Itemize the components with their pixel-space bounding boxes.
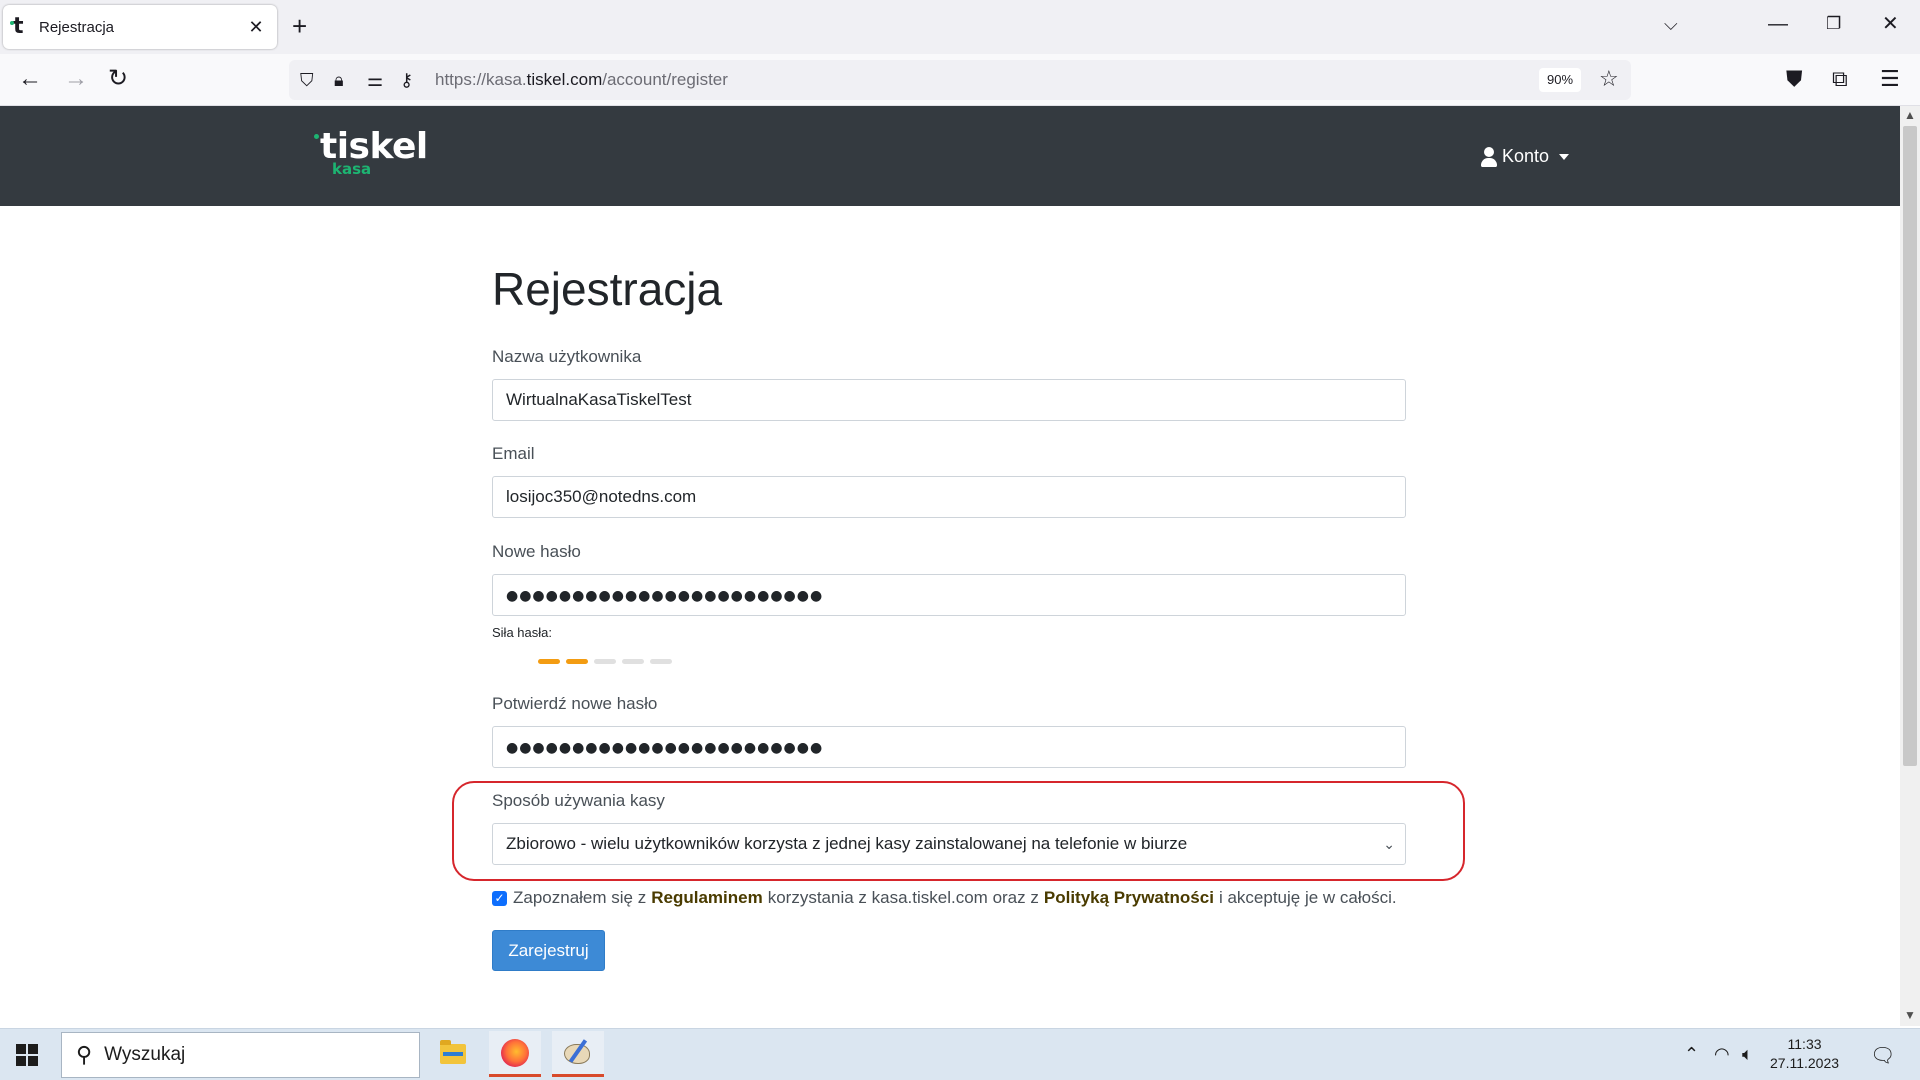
- tiskel-favicon-icon: t: [10, 16, 31, 38]
- username-input[interactable]: WirtualnaKasaTiskelTest: [492, 379, 1406, 421]
- address-bar[interactable]: ⛉ 🔒︎ ⚌ ⚷ https://kasa.tiskel.com/account…: [289, 60, 1631, 100]
- tab-rejestracja[interactable]: t Rejestracja ✕: [3, 5, 277, 49]
- extensions-icon[interactable]: ⧉: [1832, 66, 1848, 92]
- user-icon: [1480, 146, 1498, 167]
- zoom-level-badge[interactable]: 90%: [1539, 68, 1581, 92]
- account-label: Konto: [1502, 146, 1550, 166]
- list-all-tabs-chevron-icon[interactable]: ⌵: [1664, 14, 1678, 35]
- strength-segment: [594, 659, 616, 664]
- password-strength-label: Siła hasła:: [492, 625, 552, 640]
- privacy-policy-link[interactable]: Polityką Prywatności: [1044, 888, 1214, 908]
- file-explorer-icon[interactable]: [427, 1031, 479, 1077]
- terms-acceptance-row: ✓ Zapoznałem się z Regulaminem korzystan…: [492, 888, 1397, 908]
- volume-icon[interactable]: 🔈︎: [1742, 1043, 1753, 1065]
- strength-segment: [538, 659, 560, 664]
- password-strength-meter: [538, 659, 672, 664]
- username-label: Nazwa użytkownika: [492, 347, 642, 366]
- pocket-icon[interactable]: ⛊: [1786, 66, 1803, 92]
- close-tab-icon[interactable]: ✕: [245, 17, 267, 38]
- restore-window-button[interactable]: ❐: [1826, 12, 1841, 36]
- network-wifi-icon[interactable]: ◠: [1714, 1043, 1730, 1065]
- scroll-up-arrow-icon[interactable]: ▲: [1904, 108, 1916, 122]
- clock-date: 27.11.2023: [1770, 1055, 1840, 1071]
- lock-icon[interactable]: 🔒︎: [334, 69, 344, 91]
- scrollbar-thumb[interactable]: [1903, 126, 1917, 766]
- usage-mode-selected-value: Zbiorowo - wielu użytkowników korzysta z…: [506, 834, 1188, 853]
- logo-subtitle: kasa: [332, 160, 372, 178]
- register-button[interactable]: Zarejestruj: [492, 930, 605, 971]
- usage-mode-select[interactable]: Zbiorowo - wielu użytkowników korzysta z…: [492, 823, 1406, 865]
- terms-text-part2: korzystania z kasa.tiskel.com oraz z: [767, 888, 1039, 907]
- password-label: Nowe hasło: [492, 542, 581, 561]
- paint-icon[interactable]: [552, 1031, 604, 1077]
- confirm-password-label: Potwierdź nowe hasło: [492, 694, 658, 713]
- clock-time: 11:33: [1787, 1036, 1822, 1052]
- terms-checkbox[interactable]: ✓: [492, 890, 507, 906]
- browser-tab-bar: t Rejestracja ✕ + ⌵ — ❐ ✕: [0, 0, 1920, 54]
- password-mask: ●●●●●●●●●●●●●●●●●●●●●●●●: [506, 588, 824, 604]
- strength-segment: [622, 659, 644, 664]
- key-icon[interactable]: ⚷: [400, 69, 413, 91]
- strength-segment: [650, 659, 672, 664]
- show-hidden-icons-chevron-icon[interactable]: ⌃: [1684, 1043, 1699, 1065]
- regulations-link[interactable]: Regulaminem: [651, 888, 762, 908]
- minimize-window-button[interactable]: —: [1768, 12, 1788, 36]
- tiskel-kasa-logo[interactable]: tiskel kasa: [314, 128, 428, 178]
- back-button[interactable]: ←: [18, 66, 42, 92]
- taskbar-search-placeholder: Wyszukaj: [104, 1044, 186, 1065]
- url-text[interactable]: https://kasa.tiskel.com/account/register: [435, 70, 728, 90]
- page-scrollbar[interactable]: ▲ ▼: [1900, 106, 1920, 1026]
- site-header: tiskel kasa Konto: [0, 106, 1900, 206]
- terms-text-part3: i akceptuję je w całości.: [1218, 888, 1397, 907]
- chevron-down-icon: ⌄: [1383, 836, 1395, 852]
- terms-text-part1: Zapoznałem się z: [513, 888, 647, 907]
- browser-toolbar: ← → ↻ ⛉ 🔒︎ ⚌ ⚷ https://kasa.tiskel.com/a…: [0, 54, 1920, 106]
- forward-button[interactable]: →: [64, 66, 88, 92]
- email-label: Email: [492, 444, 535, 463]
- taskbar-search-box[interactable]: ⚲ Wyszukaj: [61, 1032, 420, 1078]
- close-window-button[interactable]: ✕: [1882, 12, 1899, 36]
- usage-mode-label: Sposób używania kasy: [492, 791, 665, 810]
- tab-title: Rejestracja: [39, 18, 115, 36]
- windows-taskbar: ⚲ Wyszukaj ⌃ ◠ 🔈︎ 11:33 27.11.2023 🗨︎: [0, 1028, 1920, 1080]
- bookmark-star-icon[interactable]: ☆: [1599, 66, 1619, 92]
- account-dropdown[interactable]: Konto: [1480, 146, 1570, 167]
- confirm-password-input[interactable]: ●●●●●●●●●●●●●●●●●●●●●●●●: [492, 726, 1406, 768]
- system-clock[interactable]: 11:33 27.11.2023: [1770, 1035, 1839, 1073]
- notifications-icon[interactable]: 🗨︎: [1870, 1043, 1895, 1068]
- search-icon: ⚲: [76, 1042, 93, 1067]
- permissions-icon[interactable]: ⚌: [367, 69, 383, 91]
- reload-button[interactable]: ↻: [108, 66, 128, 92]
- new-tab-button[interactable]: +: [292, 12, 307, 40]
- menu-icon[interactable]: ☰: [1880, 66, 1900, 92]
- page-title: Rejestracja: [492, 263, 723, 315]
- scroll-down-arrow-icon[interactable]: ▼: [1904, 1008, 1916, 1022]
- password-input[interactable]: ●●●●●●●●●●●●●●●●●●●●●●●●: [492, 574, 1406, 616]
- shield-icon[interactable]: ⛉: [300, 69, 314, 91]
- confirm-password-mask: ●●●●●●●●●●●●●●●●●●●●●●●●: [506, 740, 824, 756]
- caret-down-icon: [1559, 153, 1570, 160]
- firefox-icon[interactable]: [489, 1031, 541, 1077]
- strength-segment: [566, 659, 588, 664]
- windows-start-icon[interactable]: [16, 1044, 38, 1066]
- email-input[interactable]: losijoc350@notedns.com: [492, 476, 1406, 518]
